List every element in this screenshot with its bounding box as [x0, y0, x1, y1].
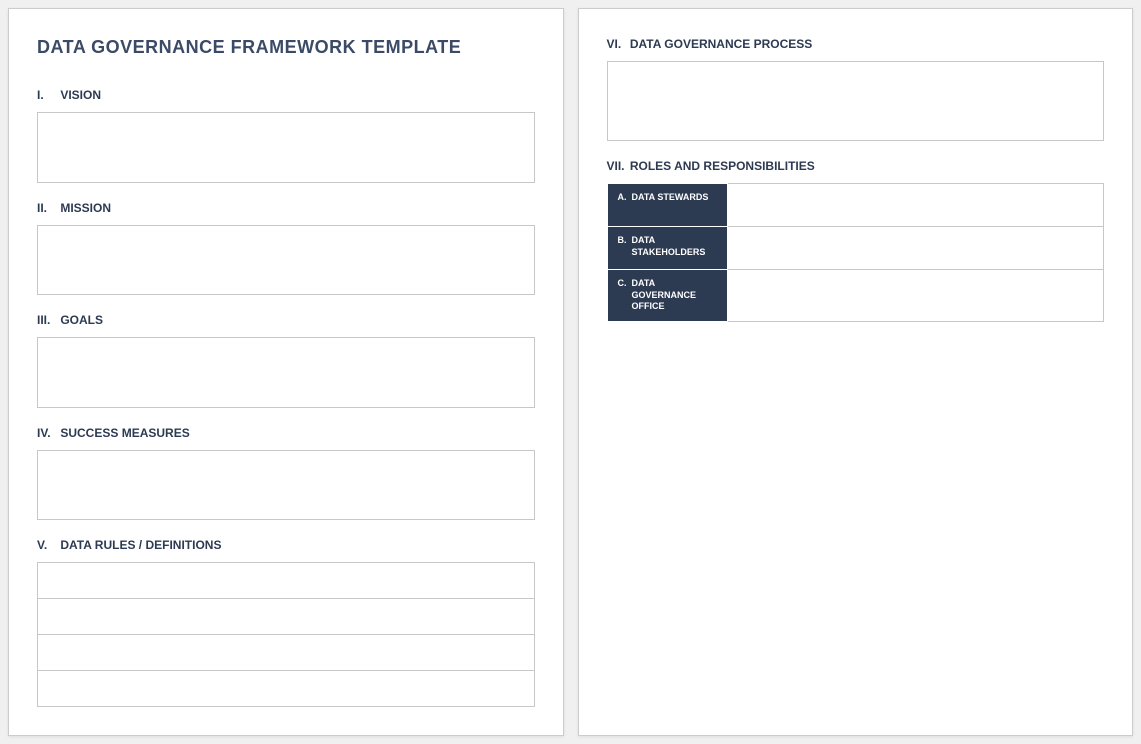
goals-input[interactable] — [37, 337, 535, 408]
section-num: II. — [37, 201, 57, 215]
success-measures-input[interactable] — [37, 450, 535, 521]
role-header-data-stakeholders: B.DATA STAKEHOLDERS — [607, 227, 727, 270]
section-data-rules-label: V. DATA RULES / DEFINITIONS — [37, 538, 535, 552]
section-num: III. — [37, 313, 57, 327]
vision-input[interactable] — [37, 112, 535, 183]
section-vision-label: I. VISION — [37, 88, 535, 102]
section-success-measures-label: IV. SUCCESS MEASURES — [37, 426, 535, 440]
section-governance-process-label: VI. DATA GOVERNANCE PROCESS — [607, 37, 1105, 51]
role-value-data-stewards[interactable] — [727, 184, 1104, 227]
data-rules-row-4[interactable] — [37, 670, 535, 707]
table-row: C.DATA GOVERNANCE OFFICE — [607, 270, 1104, 322]
section-text: SUCCESS MEASURES — [60, 426, 189, 440]
section-text: GOALS — [60, 313, 103, 327]
governance-process-input[interactable] — [607, 61, 1105, 141]
section-mission-label: II. MISSION — [37, 201, 535, 215]
section-text: DATA GOVERNANCE PROCESS — [630, 37, 812, 51]
data-rules-stack — [37, 562, 535, 707]
page-right: VI. DATA GOVERNANCE PROCESS VII. ROLES A… — [578, 8, 1134, 736]
role-header-governance-office: C.DATA GOVERNANCE OFFICE — [607, 270, 727, 322]
table-row: A.DATA STEWARDS — [607, 184, 1104, 227]
section-text: MISSION — [60, 201, 111, 215]
data-rules-row-3[interactable] — [37, 634, 535, 671]
section-text: DATA RULES / DEFINITIONS — [60, 538, 221, 552]
data-rules-row-1[interactable] — [37, 562, 535, 599]
role-value-data-stakeholders[interactable] — [727, 227, 1104, 270]
role-value-governance-office[interactable] — [727, 270, 1104, 322]
section-text: VISION — [60, 88, 101, 102]
section-num: VI. — [607, 37, 627, 51]
section-num: V. — [37, 538, 57, 552]
section-text: ROLES AND RESPONSIBILITIES — [630, 159, 815, 173]
template-title: DATA GOVERNANCE FRAMEWORK TEMPLATE — [37, 37, 535, 58]
table-row: B.DATA STAKEHOLDERS — [607, 227, 1104, 270]
section-goals-label: III. GOALS — [37, 313, 535, 327]
role-header-data-stewards: A.DATA STEWARDS — [607, 184, 727, 227]
mission-input[interactable] — [37, 225, 535, 296]
section-num: VII. — [607, 159, 627, 173]
section-roles-label: VII. ROLES AND RESPONSIBILITIES — [607, 159, 1105, 173]
section-num: IV. — [37, 426, 57, 440]
page-left: DATA GOVERNANCE FRAMEWORK TEMPLATE I. VI… — [8, 8, 564, 736]
roles-table: A.DATA STEWARDS B.DATA STAKEHOLDERS C.DA… — [607, 183, 1105, 322]
section-num: I. — [37, 88, 57, 102]
data-rules-row-2[interactable] — [37, 598, 535, 635]
